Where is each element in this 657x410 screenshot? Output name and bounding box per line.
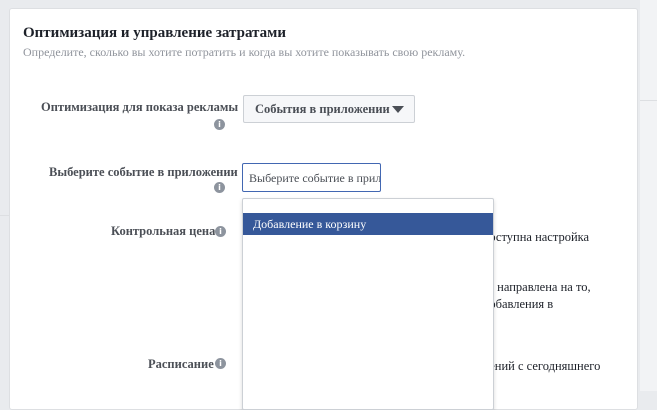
bid-control-label: Контрольная цена xyxy=(111,224,216,238)
app-event-input[interactable]: Выберите событие в приложении xyxy=(242,163,381,192)
optimization-selected-value: События в приложении xyxy=(255,102,390,116)
caret-down-icon xyxy=(392,106,404,113)
section-title: Оптимизация и управление затратами xyxy=(23,25,286,41)
dropdown-option-add-to-cart[interactable]: Добавление в корзину xyxy=(243,213,493,235)
info-icon[interactable]: i xyxy=(215,226,226,237)
bid-control-text: доступна настройка xyxy=(483,230,590,244)
divider xyxy=(640,100,657,101)
info-icon[interactable]: i xyxy=(214,182,225,193)
description-line: лений с сегодняшнего xyxy=(483,359,601,373)
app-event-label: Выберите событие в приложении xyxy=(49,165,238,179)
section-subtitle: Определите, сколько вы хотите потратить … xyxy=(23,45,466,59)
background-panel xyxy=(640,0,657,391)
app-event-placeholder: Выберите событие в приложении xyxy=(249,171,381,185)
description-line: ет направлена на то, xyxy=(483,280,591,294)
info-icon[interactable]: i xyxy=(215,358,226,369)
optimization-label: Оптимизация для показа рекламы xyxy=(41,100,239,114)
schedule-label: Расписание xyxy=(148,357,214,371)
budget-optimization-card: Оптимизация и управление затратами Опред… xyxy=(9,8,638,410)
app-event-dropdown: Добавление в корзину xyxy=(242,198,494,410)
optimization-select[interactable]: События в приложении xyxy=(243,95,415,123)
info-icon[interactable]: i xyxy=(214,119,225,130)
